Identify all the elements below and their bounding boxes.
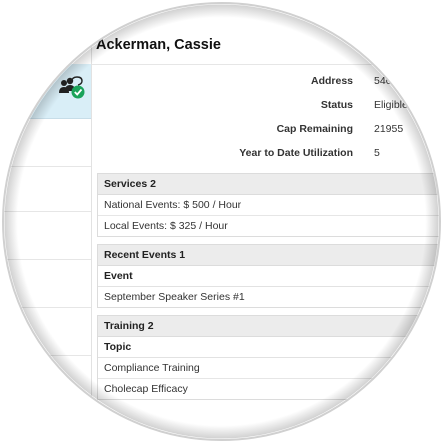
event-item[interactable]: September Speaker Series #1 — [98, 287, 443, 307]
detail-value: 546 — [374, 75, 392, 87]
contact-detail-pane: Ackerman, Cassie Address 546 Status Elig… — [92, 0, 443, 443]
contact-name: Ackerman, Cassie — [96, 37, 221, 53]
training-section: Training 2 Topic Compliance Training Cho… — [97, 315, 443, 400]
service-item[interactable]: National Events: $ 500 / Hour — [98, 195, 443, 216]
detail-row-address: Address 546 — [92, 69, 443, 93]
detail-row-ytd-utilization: Year to Date Utilization 5 — [92, 141, 443, 165]
list-item[interactable] — [0, 0, 91, 65]
detail-label: Status — [320, 99, 353, 111]
column-header: Event — [98, 266, 443, 287]
detail-row-cap-remaining: Cap Remaining 21955 — [92, 117, 443, 141]
detail-value: Eligible — [374, 99, 408, 111]
detail-label: Cap Remaining — [276, 123, 353, 135]
list-item[interactable] — [0, 355, 91, 404]
detail-row-status: Status Eligible — [92, 93, 443, 117]
app-view: Ackerman, Cassie Address 546 Status Elig… — [0, 0, 443, 443]
user-check-icon — [58, 76, 86, 100]
detail-value: 5 — [374, 147, 380, 159]
recent-events-section: Recent Events 1 Event September Speaker … — [97, 244, 443, 308]
column-header: Topic — [98, 337, 443, 358]
section-header[interactable]: Recent Events 1 — [98, 245, 443, 266]
section-header[interactable]: Services 2 — [98, 174, 443, 195]
list-item[interactable] — [0, 166, 91, 212]
list-item[interactable] — [0, 118, 91, 167]
list-item[interactable] — [0, 211, 91, 260]
list-item-selected[interactable] — [0, 64, 91, 119]
detail-label: Year to Date Utilization — [239, 147, 353, 159]
detail-label: Address — [310, 75, 353, 87]
training-item[interactable]: Cholecap Efficacy — [98, 379, 443, 399]
training-item[interactable]: Compliance Training — [98, 358, 443, 379]
service-item[interactable]: Local Events: $ 325 / Hour — [98, 216, 443, 236]
list-item[interactable] — [0, 307, 91, 356]
contact-list — [0, 0, 92, 443]
list-item[interactable] — [0, 259, 91, 308]
detail-value: 21955 — [374, 123, 404, 135]
contact-details: Address 546 Status Eligible Cap Remainin… — [92, 64, 443, 169]
services-section: Services 2 National Events: $ 500 / Hour… — [97, 173, 443, 237]
section-header[interactable]: Training 2 — [98, 316, 443, 337]
